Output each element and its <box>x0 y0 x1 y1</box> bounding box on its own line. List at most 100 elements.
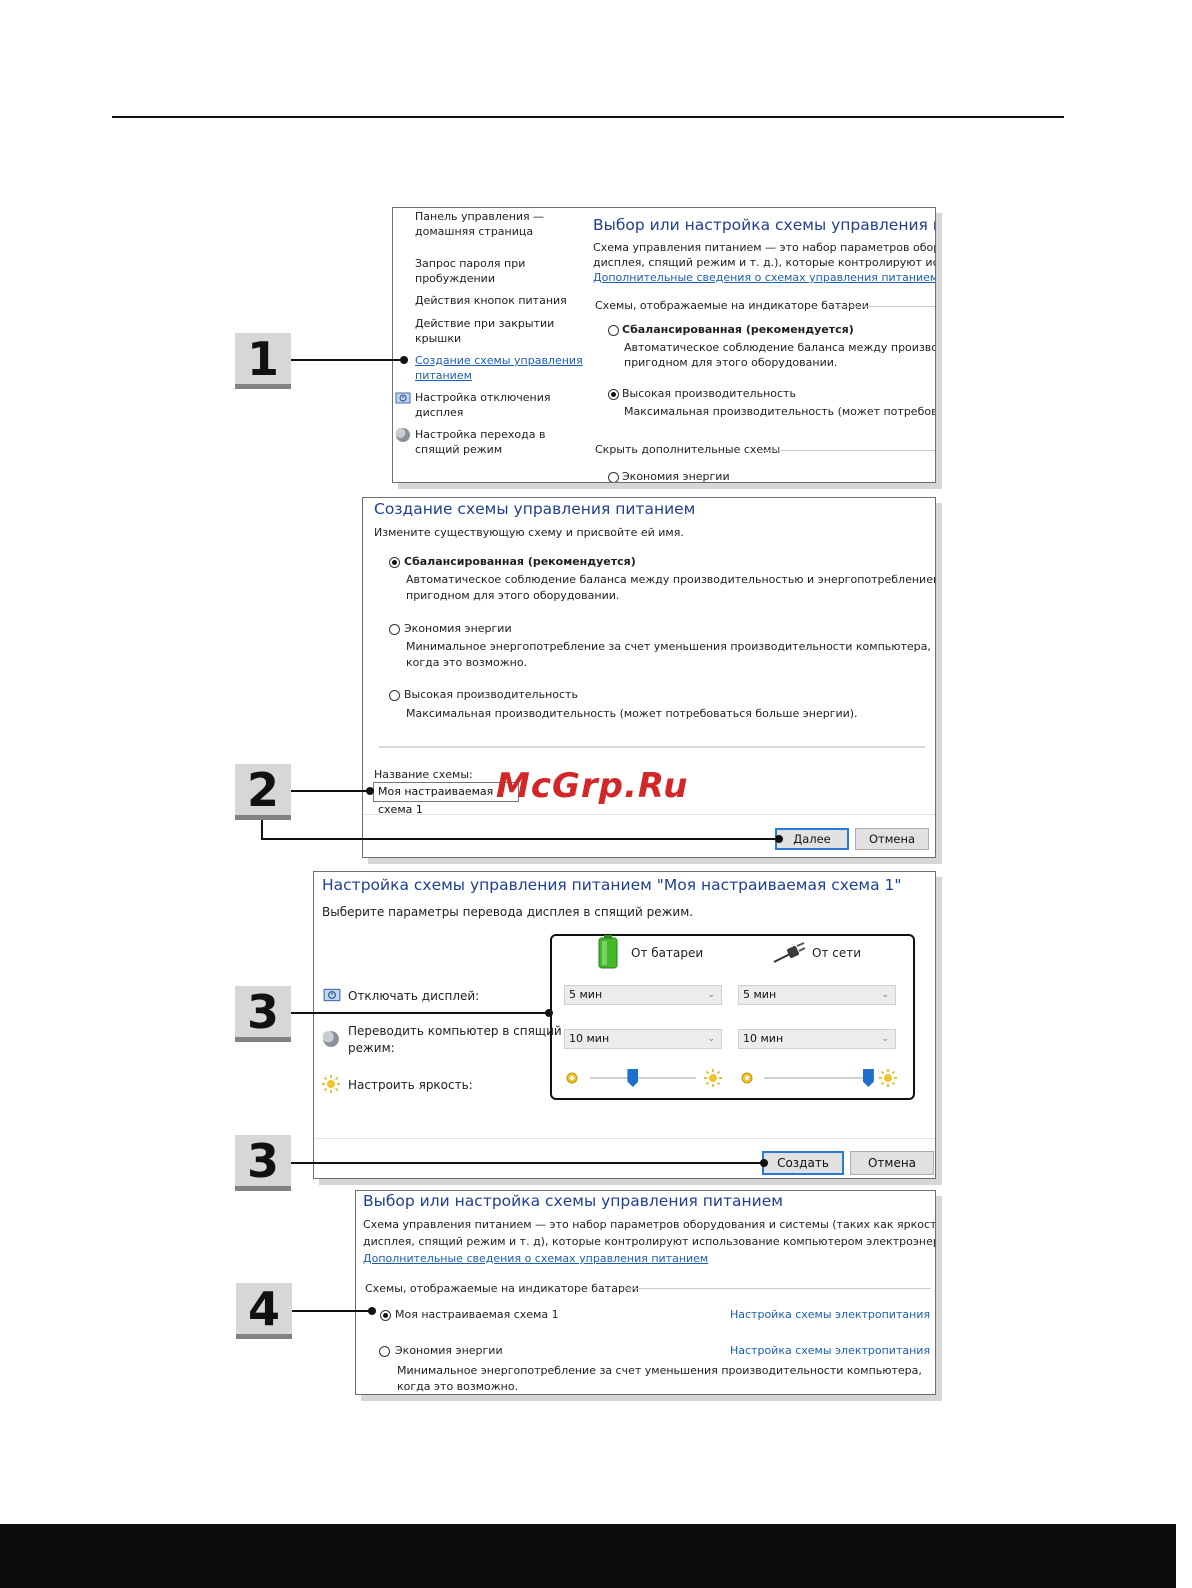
plan-power-saver-radio[interactable] <box>379 1346 390 1357</box>
callout-dot-3a <box>545 1009 553 1017</box>
create-plan-subtitle: Измените существующую схему и присвойте … <box>374 526 684 539</box>
plugged-in-header: От сети <box>812 946 862 960</box>
plan-power-saver-radio[interactable] <box>608 472 619 482</box>
power-plug-icon <box>772 942 806 964</box>
sleep-ac-value: 10 мин <box>743 1032 784 1045</box>
sleep-battery-value: 10 мин <box>569 1032 610 1045</box>
sidebar-link-create-plan-2[interactable]: питанием <box>415 369 472 383</box>
option-power-saver-desc-1: Минимальное энергопотребление за счет ум… <box>406 640 931 653</box>
callout-line-1 <box>291 359 405 361</box>
plan-balanced-desc-1: Автоматическое соблюдение баланса между … <box>624 341 935 354</box>
watermark: McGrp.Ru <box>496 766 689 806</box>
display-ac-select[interactable]: 5 мин ⌄ <box>738 985 896 1005</box>
create-button[interactable]: Создать <box>762 1151 844 1175</box>
callout-line-2b <box>261 838 781 840</box>
sidebar-link-display-off-2[interactable]: дисплея <box>415 406 463 420</box>
result-desc-1: Схема управления питанием — это набор па… <box>363 1218 936 1231</box>
more-info-link[interactable]: Дополнительные сведения о схемах управле… <box>363 1252 708 1266</box>
step-number-3a: 3 <box>235 986 291 1042</box>
option-balanced-label: Сбалансированная (рекомендуется) <box>404 555 636 568</box>
brightness-ac-track[interactable] <box>764 1077 870 1079</box>
plan-power-saver-desc-2: когда это возможно. <box>397 1380 519 1393</box>
battery-icon <box>598 935 618 969</box>
sleep-ac-select[interactable]: 10 мин ⌄ <box>738 1029 896 1049</box>
display-battery-value: 5 мин <box>569 988 603 1001</box>
chevron-down-icon: ⌄ <box>707 1034 715 1044</box>
plan-custom-radio[interactable] <box>380 1310 391 1321</box>
result-group-label: Схемы, отображаемые на индикаторе батаре… <box>365 1282 639 1295</box>
plan-balanced-radio[interactable] <box>608 325 619 336</box>
button-bar-divider <box>314 1138 935 1139</box>
sleep-label-line-2: режим: <box>348 1041 395 1055</box>
chevron-down-icon: ⌄ <box>881 1034 889 1044</box>
sidebar-link-create-plan[interactable]: Создание схемы управления <box>415 354 583 368</box>
sidebar-link-sleep-2[interactable]: спящий режим <box>415 443 502 457</box>
sidebar-link-lid[interactable]: Действие при закрытии <box>415 317 554 331</box>
moon-icon <box>322 1030 340 1048</box>
step-number-3b: 3 <box>235 1135 291 1191</box>
next-button[interactable]: Далее <box>775 828 849 850</box>
display-icon <box>323 986 341 1004</box>
description-line-2: дисплея, спящий режим и т. д.), которые … <box>593 256 935 269</box>
sidebar-link-power-buttons[interactable]: Действия кнопок питания <box>415 294 567 308</box>
option-balanced-radio[interactable] <box>389 557 400 568</box>
sidebar-link-control-panel-home[interactable]: Панель управления — <box>415 210 544 224</box>
brightness-low-icon <box>566 1072 578 1084</box>
option-balanced-desc-1: Автоматическое соблюдение баланса между … <box>406 573 936 586</box>
plan-power-saver-label: Экономия энергии <box>395 1344 503 1357</box>
group-separator <box>626 1288 931 1289</box>
cancel-button[interactable]: Отмена <box>850 1151 934 1175</box>
plan-high-performance-radio[interactable] <box>608 389 619 400</box>
description-line-1: Схема управления питанием — это набор па… <box>593 241 935 254</box>
more-info-link[interactable]: Дополнительные сведения о схемах управле… <box>593 271 935 285</box>
sleep-battery-select[interactable]: 10 мин ⌄ <box>564 1029 722 1049</box>
sidebar-link-sleep[interactable]: Настройка перехода в <box>415 428 546 442</box>
callout-line-3a <box>291 1012 550 1014</box>
page-title: Выбор или настройка схемы управления пит… <box>593 216 935 234</box>
callout-line-3b <box>291 1162 765 1164</box>
sidebar-link-password[interactable]: Запрос пароля при <box>415 257 525 271</box>
callout-dot-2b <box>775 835 783 843</box>
brightness-icon <box>322 1075 340 1093</box>
plan-custom-settings-link[interactable]: Настройка схемы электропитания <box>730 1308 930 1322</box>
display-ac-value: 5 мин <box>743 988 777 1001</box>
plan-balanced-desc-2: пригодном для этого оборудовании. <box>624 356 838 369</box>
cancel-button[interactable]: Отмена <box>855 828 929 850</box>
option-high-performance-radio[interactable] <box>389 690 400 701</box>
plan-name-label: Название схемы: <box>374 768 473 781</box>
option-power-saver-radio[interactable] <box>389 624 400 635</box>
option-power-saver-desc-2: когда это возможно. <box>406 656 528 669</box>
result-title: Выбор или настройка схемы управления пит… <box>363 1192 783 1210</box>
result-desc-2: дисплея, спящий режим и т. д), которые к… <box>363 1235 936 1248</box>
step-number-4: 4 <box>236 1283 292 1339</box>
sidebar-link-control-panel-home-2[interactable]: домашняя страница <box>415 225 533 239</box>
hidden-plans-label[interactable]: Скрыть дополнительные схемы <box>595 443 780 457</box>
sidebar-link-lid-2[interactable]: крышки <box>415 332 461 346</box>
sleep-label-line-1: Переводить компьютер в спящий <box>348 1024 562 1038</box>
group-label: Схемы, отображаемые на индикаторе батаре… <box>595 299 869 312</box>
edit-plan-window: Настройка схемы управления питанием "Моя… <box>313 871 936 1179</box>
group-separator <box>839 306 935 307</box>
sidebar-link-password-2[interactable]: пробуждении <box>415 272 495 286</box>
create-plan-title: Создание схемы управления питанием <box>374 500 696 518</box>
option-high-performance-label: Высокая производительность <box>404 688 578 701</box>
callout-line-4 <box>292 1310 374 1312</box>
plan-high-performance-desc: Максимальная производительность (может п… <box>624 405 935 418</box>
turn-off-display-label: Отключать дисплей: <box>348 989 480 1003</box>
callout-dot-3b <box>760 1159 768 1167</box>
brightness-battery-track[interactable] <box>590 1077 696 1079</box>
display-battery-select[interactable]: 5 мин ⌄ <box>564 985 722 1005</box>
chevron-down-icon: ⌄ <box>881 990 889 1000</box>
sidebar-link-display-off[interactable]: Настройка отключения <box>415 391 551 405</box>
plan-high-performance-label: Высокая производительность <box>622 387 796 400</box>
display-icon <box>395 390 411 406</box>
plan-power-saver-desc-1: Минимальное энергопотребление за счет ум… <box>397 1364 922 1377</box>
plan-balanced-label: Сбалансированная (рекомендуется) <box>622 323 854 336</box>
callout-line-2a <box>291 790 371 792</box>
plan-power-saver-settings-link[interactable]: Настройка схемы электропитания <box>730 1344 930 1358</box>
section-divider <box>379 746 925 748</box>
footer-band <box>0 1524 1176 1588</box>
brightness-high-icon <box>704 1069 722 1087</box>
on-battery-header: От батареи <box>631 946 704 960</box>
option-power-saver-label: Экономия энергии <box>404 622 512 635</box>
